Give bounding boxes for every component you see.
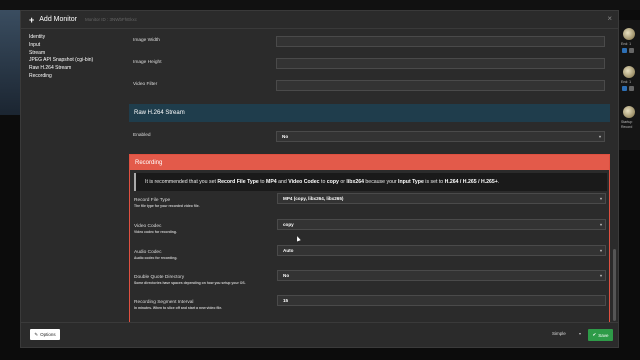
field-label: Image Width — [133, 38, 160, 43]
double-quote-directory-select[interactable]: No ▾ — [277, 270, 606, 281]
record-file-type-select[interactable]: MP4 (copy, libx264, libx265) ▾ — [277, 193, 606, 204]
raw-enabled-select[interactable]: No ▾ — [276, 131, 605, 142]
save-button[interactable]: ✔ Save — [588, 329, 613, 341]
video-codec-select[interactable]: copy ▾ — [277, 219, 606, 230]
save-label: Save — [598, 332, 609, 338]
chevron-down-icon: ▾ — [598, 134, 601, 139]
field-help: Audio codec for recording. — [134, 256, 178, 260]
form-content: Image Width Image Height Video Filter Ra… — [129, 29, 610, 322]
notice-bold: libx264 — [346, 179, 364, 185]
recommendation-notice: It is recommended that you set Record Fi… — [134, 173, 607, 191]
notice-bold: Record File Type — [217, 179, 259, 185]
segment-interval-input[interactable]: 15 — [277, 295, 606, 306]
raw-h264-section-header: Raw H.264 Stream — [129, 104, 610, 122]
background-right-panel: End: 1 End: 1 Startup Record — [618, 20, 640, 150]
bg-button-icon[interactable] — [622, 86, 627, 91]
chevron-down-icon: ▾ — [599, 248, 602, 253]
form-row: Enabled No ▾ — [129, 131, 610, 156]
audio-codec-select[interactable]: Auto ▾ — [277, 245, 606, 256]
camera-thumbnail-icon[interactable] — [623, 106, 635, 118]
field-help: In minutes. When to slice off and start … — [134, 306, 223, 310]
bg-label: End: 1 — [621, 42, 632, 46]
field-label: Record File Type — [134, 198, 171, 203]
field-label: Recording Segment Interval — [134, 300, 194, 305]
select-value: copy — [283, 222, 294, 227]
notice-text: to — [258, 179, 267, 185]
notice-bold: Video Codec — [288, 179, 320, 185]
field-label: Enabled — [133, 133, 151, 138]
select-value: No — [282, 134, 289, 139]
field-help: The file type for your recorded video fi… — [134, 204, 200, 208]
modal-footer: ✎ Options Simple ▾ ✔ Save — [21, 322, 618, 349]
sidebar-item-input[interactable]: Input — [29, 42, 119, 50]
select-value: MP4 (copy, libx264, libx265) — [283, 196, 344, 201]
bg-button-icon[interactable] — [622, 48, 627, 53]
field-help: Some directories have spaces depending o… — [134, 281, 246, 285]
plus-icon: + — [29, 14, 35, 25]
recording-section-header: Recording — [130, 155, 609, 170]
monitor-id-label: Monitor ID : 3NWbFhEkxc — [85, 17, 138, 22]
sidebar-item-jpeg-api[interactable]: JPEG API Snapshot (cgi-bin) — [29, 57, 119, 65]
notice-text: is set to — [423, 179, 445, 185]
chevron-down-icon: ▾ — [599, 196, 602, 201]
field-label: Video Codec — [134, 224, 162, 229]
bg-label: Record — [621, 125, 633, 129]
select-value: Auto — [283, 248, 294, 253]
notice-text: because your — [363, 179, 399, 185]
bg-label: Startup — [621, 120, 633, 124]
sidebar-nav: Identity Input Stream JPEG API Snapshot … — [29, 34, 119, 81]
notice-text: to — [319, 179, 327, 185]
form-row: Video Codec Video codec for recording. c… — [130, 219, 610, 247]
options-label: Options — [40, 332, 56, 337]
notice-bold: MP4 — [266, 179, 277, 185]
image-width-input[interactable] — [276, 36, 605, 47]
field-label: Double Quote Directory — [134, 275, 185, 280]
notice-bold: Input Type — [398, 179, 424, 185]
notice-text: and — [276, 179, 289, 185]
field-help: Video codec for recording. — [134, 230, 177, 234]
close-icon[interactable]: × — [607, 14, 612, 23]
wrench-icon: ✎ — [34, 331, 39, 337]
check-icon: ✔ — [592, 332, 597, 337]
recording-section: Recording It is recommended that you set… — [129, 154, 610, 322]
select-value: No — [283, 273, 290, 278]
options-button[interactable]: ✎ Options — [30, 329, 60, 340]
chevron-down-icon: ▾ — [599, 273, 602, 278]
chevron-down-icon: ▾ — [579, 331, 582, 336]
notice-bold: H.264 / H.265 / H.265+ — [444, 179, 498, 185]
bg-button-icon[interactable] — [629, 86, 634, 91]
sidebar-item-identity[interactable]: Identity — [29, 34, 119, 42]
sidebar-item-raw-h264[interactable]: Raw H.264 Stream — [29, 65, 119, 73]
field-label: Video Filter — [133, 82, 158, 87]
background-video-thumbnail — [0, 10, 20, 115]
image-height-input[interactable] — [276, 58, 605, 69]
video-filter-input[interactable] — [276, 80, 605, 91]
chevron-down-icon: ▾ — [599, 222, 602, 227]
field-label: Audio Codec — [134, 250, 162, 255]
bg-button-icon[interactable] — [629, 48, 634, 53]
add-monitor-modal: + Add Monitor Monitor ID : 3NWbFhEkxc × … — [20, 10, 619, 348]
form-row: Record File Type The file type for your … — [130, 193, 610, 221]
form-row: Video Filter — [129, 80, 610, 105]
mode-select[interactable]: Simple — [552, 331, 566, 336]
camera-thumbnail-icon[interactable] — [623, 66, 635, 78]
background-topbar — [0, 0, 640, 10]
modal-header: + Add Monitor Monitor ID : 3NWbFhEkxc × — [21, 11, 618, 29]
notice-text: . — [497, 179, 500, 185]
scrollbar[interactable] — [613, 249, 616, 321]
sidebar-item-recording[interactable]: Recording — [29, 73, 119, 81]
notice-text: It is recommended that you set — [145, 179, 218, 185]
sidebar-item-stream[interactable]: Stream — [29, 50, 119, 58]
field-label: Image Height — [133, 60, 162, 65]
modal-title: Add Monitor — [39, 16, 78, 23]
form-row: Recording Segment Interval In minutes. W… — [130, 295, 610, 322]
bg-label: End: 1 — [621, 80, 632, 84]
notice-bold: copy — [326, 179, 339, 185]
camera-thumbnail-icon[interactable] — [623, 28, 635, 40]
